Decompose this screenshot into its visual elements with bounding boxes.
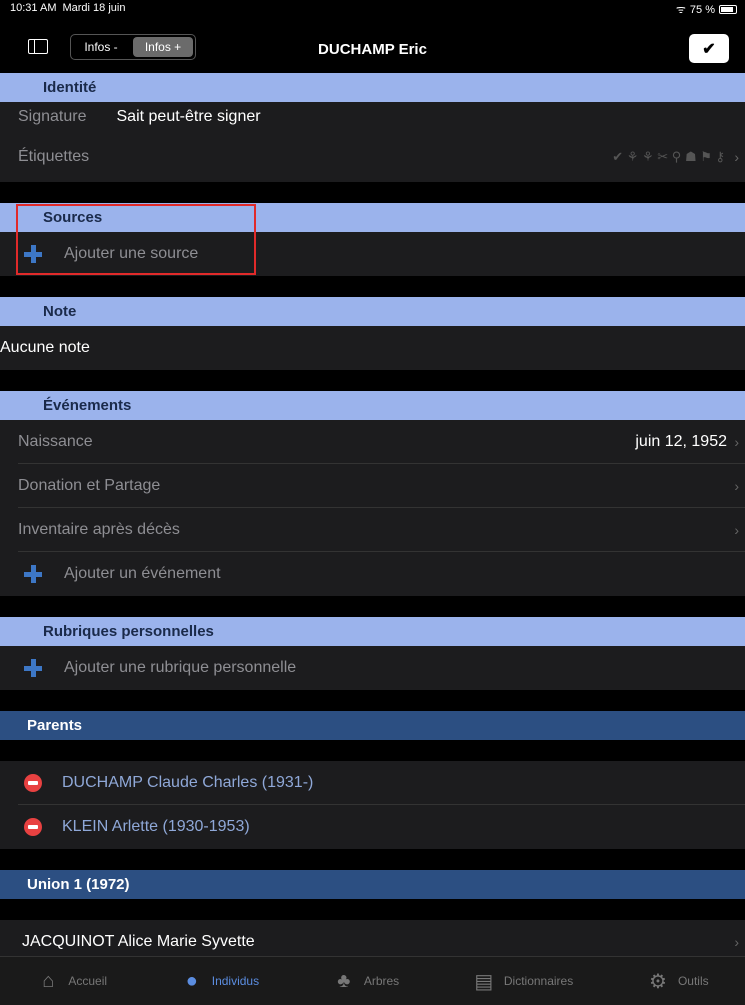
- chevron-right-icon: ›: [734, 149, 739, 165]
- chevron-right-icon: ›: [734, 434, 739, 450]
- tab-arbres[interactable]: ♣ Arbres: [332, 970, 399, 992]
- wifi-icon: ᯤ: [675, 4, 686, 16]
- event-label: Inventaire après décès: [18, 521, 180, 538]
- highlight-box: [16, 204, 256, 275]
- person-icon: ●: [185, 969, 198, 992]
- signature-label: Signature: [18, 108, 87, 125]
- status-time: 10:31 AM: [10, 2, 57, 14]
- add-event-button[interactable]: Ajouter un événement: [0, 552, 745, 596]
- add-rubrique-label: Ajouter une rubrique personnelle: [64, 659, 297, 676]
- event-row[interactable]: Naissance juin 12, 1952 ›: [0, 420, 745, 464]
- tab-label: Dictionnaires: [503, 974, 574, 988]
- event-label: Donation et Partage: [18, 477, 161, 494]
- chevron-right-icon: ›: [734, 478, 739, 494]
- plus-icon: [24, 659, 42, 677]
- gear-icon: ⚙: [648, 970, 667, 993]
- etiquettes-row[interactable]: Étiquettes ✔ ⚘ ⚘ ✂ ⚲ ☗ ⚑ ⚷ ›: [0, 132, 745, 182]
- tab-dictionnaires[interactable]: ▤ Dictionnaires: [472, 970, 574, 993]
- signature-row[interactable]: Signature Sait peut-être signer: [0, 102, 745, 132]
- tab-label: Arbres: [363, 974, 400, 988]
- parent-row[interactable]: DUCHAMP Claude Charles (1931-): [0, 761, 745, 805]
- note-text: Aucune note: [0, 339, 90, 356]
- section-evenements: Événements: [0, 391, 745, 420]
- add-event-label: Ajouter un événement: [64, 565, 221, 582]
- section-note: Note: [0, 297, 745, 326]
- etiquettes-label: Étiquettes: [18, 148, 90, 165]
- status-date: Mardi 18 juin: [62, 2, 126, 14]
- tab-outils[interactable]: ⚙ Outils: [646, 970, 709, 993]
- tab-label: Outils: [677, 974, 709, 988]
- nav-bar: Infos - Infos + DUCHAMP Eric ✔: [0, 17, 745, 73]
- section-identite: Identité: [0, 73, 745, 102]
- parent-name[interactable]: KLEIN Arlette (1930-1953): [62, 818, 250, 836]
- event-value: juin 12, 1952: [635, 433, 727, 450]
- note-row[interactable]: Aucune note: [0, 326, 745, 370]
- tab-bar: ⌂ Accueil ● Individus ♣ Arbres ▤ Diction…: [0, 956, 745, 1005]
- section-union: Union 1 (1972): [0, 870, 745, 899]
- signature-value: Sait peut-être signer: [116, 108, 261, 125]
- section-rubriques: Rubriques personnelles: [0, 617, 745, 646]
- done-button[interactable]: ✔: [689, 34, 729, 63]
- battery-icon: [719, 5, 737, 14]
- tag-icons: ✔ ⚘ ⚘ ✂ ⚲ ☗ ⚑ ⚷: [612, 149, 725, 164]
- event-label: Naissance: [18, 433, 93, 450]
- plus-icon: [24, 565, 42, 583]
- spouse-name: JACQUINOT Alice Marie Syvette: [22, 933, 255, 950]
- parent-name[interactable]: DUCHAMP Claude Charles (1931-): [62, 774, 313, 792]
- tree-icon: ♣: [337, 969, 351, 992]
- tab-label: Individus: [211, 974, 260, 988]
- tab-individus[interactable]: ● Individus: [180, 970, 259, 992]
- page-title: DUCHAMP Eric: [318, 41, 427, 58]
- event-row[interactable]: Inventaire après décès ›: [0, 508, 745, 552]
- chevron-right-icon: ›: [734, 934, 739, 950]
- status-bar: 10:31 AM Mardi 18 juin ᯤ 75 %: [0, 0, 745, 17]
- parent-row[interactable]: KLEIN Arlette (1930-1953): [0, 805, 745, 849]
- section-parents: Parents: [0, 711, 745, 740]
- chevron-right-icon: ›: [734, 522, 739, 538]
- add-rubrique-button[interactable]: Ajouter une rubrique personnelle: [0, 646, 745, 690]
- home-icon: ⌂: [42, 969, 55, 992]
- tab-accueil[interactable]: ⌂ Accueil: [36, 970, 107, 992]
- battery-percent: 75 %: [689, 3, 715, 16]
- remove-icon[interactable]: [24, 774, 42, 792]
- remove-icon[interactable]: [24, 818, 42, 836]
- book-icon: ▤: [474, 970, 494, 993]
- tab-label: Accueil: [68, 974, 108, 988]
- event-row[interactable]: Donation et Partage ›: [0, 464, 745, 508]
